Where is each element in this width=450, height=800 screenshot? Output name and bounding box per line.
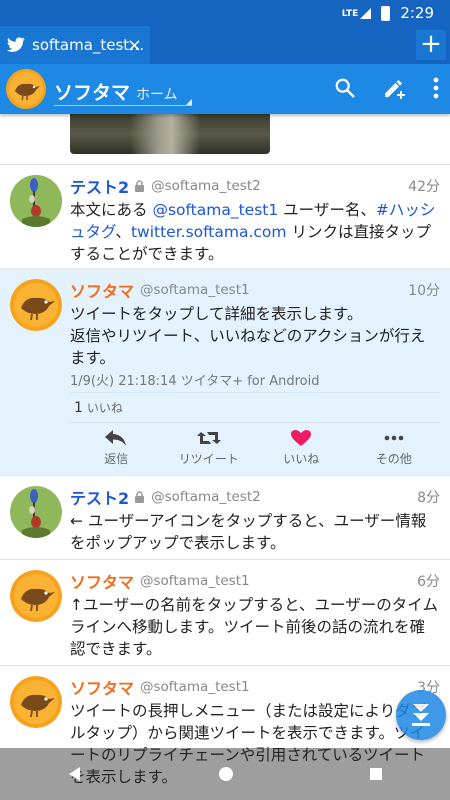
compose-icon[interactable] [382,76,406,100]
lock-icon [135,491,145,503]
more-horiz-icon [384,435,404,441]
more-button[interactable]: その他 [348,429,441,467]
tweet-timestamp-source: 1/9(火) 21:18:14 ツイタマ+ for Android [70,374,320,389]
tweet-text: ← ユーザーアイコンをタップすると、ユーザー情報をポップアップで表示します。 [70,512,427,552]
screen-name: @softama_test1 [140,573,250,589]
reply-label: 返信 [104,452,129,466]
screen-name: @softama_test2 [151,489,261,505]
user-avatar[interactable] [10,676,62,728]
back-icon[interactable] [66,765,84,783]
like-count-label: いいね [86,401,123,415]
user-name[interactable]: ソフタマ [70,569,134,593]
lock-icon [135,180,145,192]
user-name[interactable]: ソフタマ [70,278,134,302]
reply-button[interactable]: 返信 [70,429,163,467]
mention-link[interactable]: @softama_test1 [152,201,278,219]
user-avatar[interactable] [10,175,62,227]
like-button[interactable]: いいね [255,429,348,467]
scroll-to-bottom-button[interactable] [396,690,446,740]
status-bar: LTE 2:29 [0,0,450,26]
lte-signal-icon: LTE [342,7,372,19]
like-count-row[interactable]: 1 いいね [70,392,440,423]
tweet-item[interactable]: テスト2 @softama_test2 8分 ← ユーザーアイコンをタップすると… [0,476,450,560]
timeline-selector[interactable]: ソフタマ ホーム [54,72,192,106]
tweet-item-selected[interactable]: ソフタマ @softama_test1 10分 ツイートをタップして詳細を表示し… [0,269,450,476]
timeline[interactable]: テスト2 @softama_test2 42分 本文にある @softama_t… [0,114,450,800]
tweet-text: 本文にある @softama_test1 ユーザー名、#ハッシュタグ、twitt… [70,201,436,263]
screen-name: @softama_test1 [140,282,250,298]
tweet-item[interactable]: ソフタマ @softama_test1 6分 ↑ユーザーの名前をタップすると、ユ… [0,560,450,666]
system-navigation-bar [0,748,450,800]
home-icon[interactable] [217,765,235,783]
tweet-age: 42分 [408,179,440,195]
reply-icon [105,430,127,446]
tweet-media-image[interactable] [70,114,270,154]
retweet-label: リツイート [178,452,239,466]
battery-icon [381,5,391,21]
screen-name: @softama_test2 [151,178,261,194]
close-tab-icon[interactable]: × [127,35,142,56]
user-name[interactable]: テスト2 [70,174,129,198]
tweet-age: 8分 [417,490,440,506]
tweet-action-bar: 返信 リツイート いいね その他 [70,429,440,467]
like-label: いいね [283,452,320,466]
app-title: ソフタマ [54,82,131,104]
app-bar: ソフタマ ホーム [0,64,450,114]
screen-name: @softama_test1 [140,679,250,695]
more-vert-icon[interactable] [432,77,440,99]
tab-softama-test[interactable]: softama_test… × [0,26,150,64]
add-tab-button[interactable]: + [416,30,446,60]
user-name[interactable]: ソフタマ [70,675,134,699]
url-link[interactable]: twitter.softama.com [131,223,287,241]
tweet-item[interactable]: テスト2 @softama_test2 42分 本文にある @softama_t… [0,165,450,269]
user-avatar[interactable] [10,486,62,538]
retweet-button[interactable]: リツイート [163,429,256,467]
tweet-age: 6分 [417,574,440,590]
more-label: その他 [375,452,412,466]
account-avatar[interactable] [6,69,46,109]
twitter-bird-icon [6,37,25,52]
tweet-age: 10分 [408,283,440,299]
tweet-text: ツイートをタップして詳細を表示します。 返信やリツイート、いいねなどのアクション… [70,305,426,367]
double-arrow-down-icon [412,704,430,726]
tweet-text: ↑ユーザーの名前をタップすると、ユーザーのタイムラインへ移動します。ツイート前後… [70,596,438,658]
search-icon[interactable] [334,77,356,99]
app-subtitle: ホーム [136,87,178,103]
clock: 2:29 [400,4,434,22]
user-name[interactable]: テスト2 [70,485,129,509]
recents-icon[interactable] [368,766,384,782]
user-avatar[interactable] [10,570,62,622]
user-avatar[interactable] [10,279,62,331]
like-count: 1 [74,400,83,416]
tab-strip: softama_test… × + [0,26,450,64]
heart-icon [291,430,312,446]
retweet-icon [196,432,221,444]
